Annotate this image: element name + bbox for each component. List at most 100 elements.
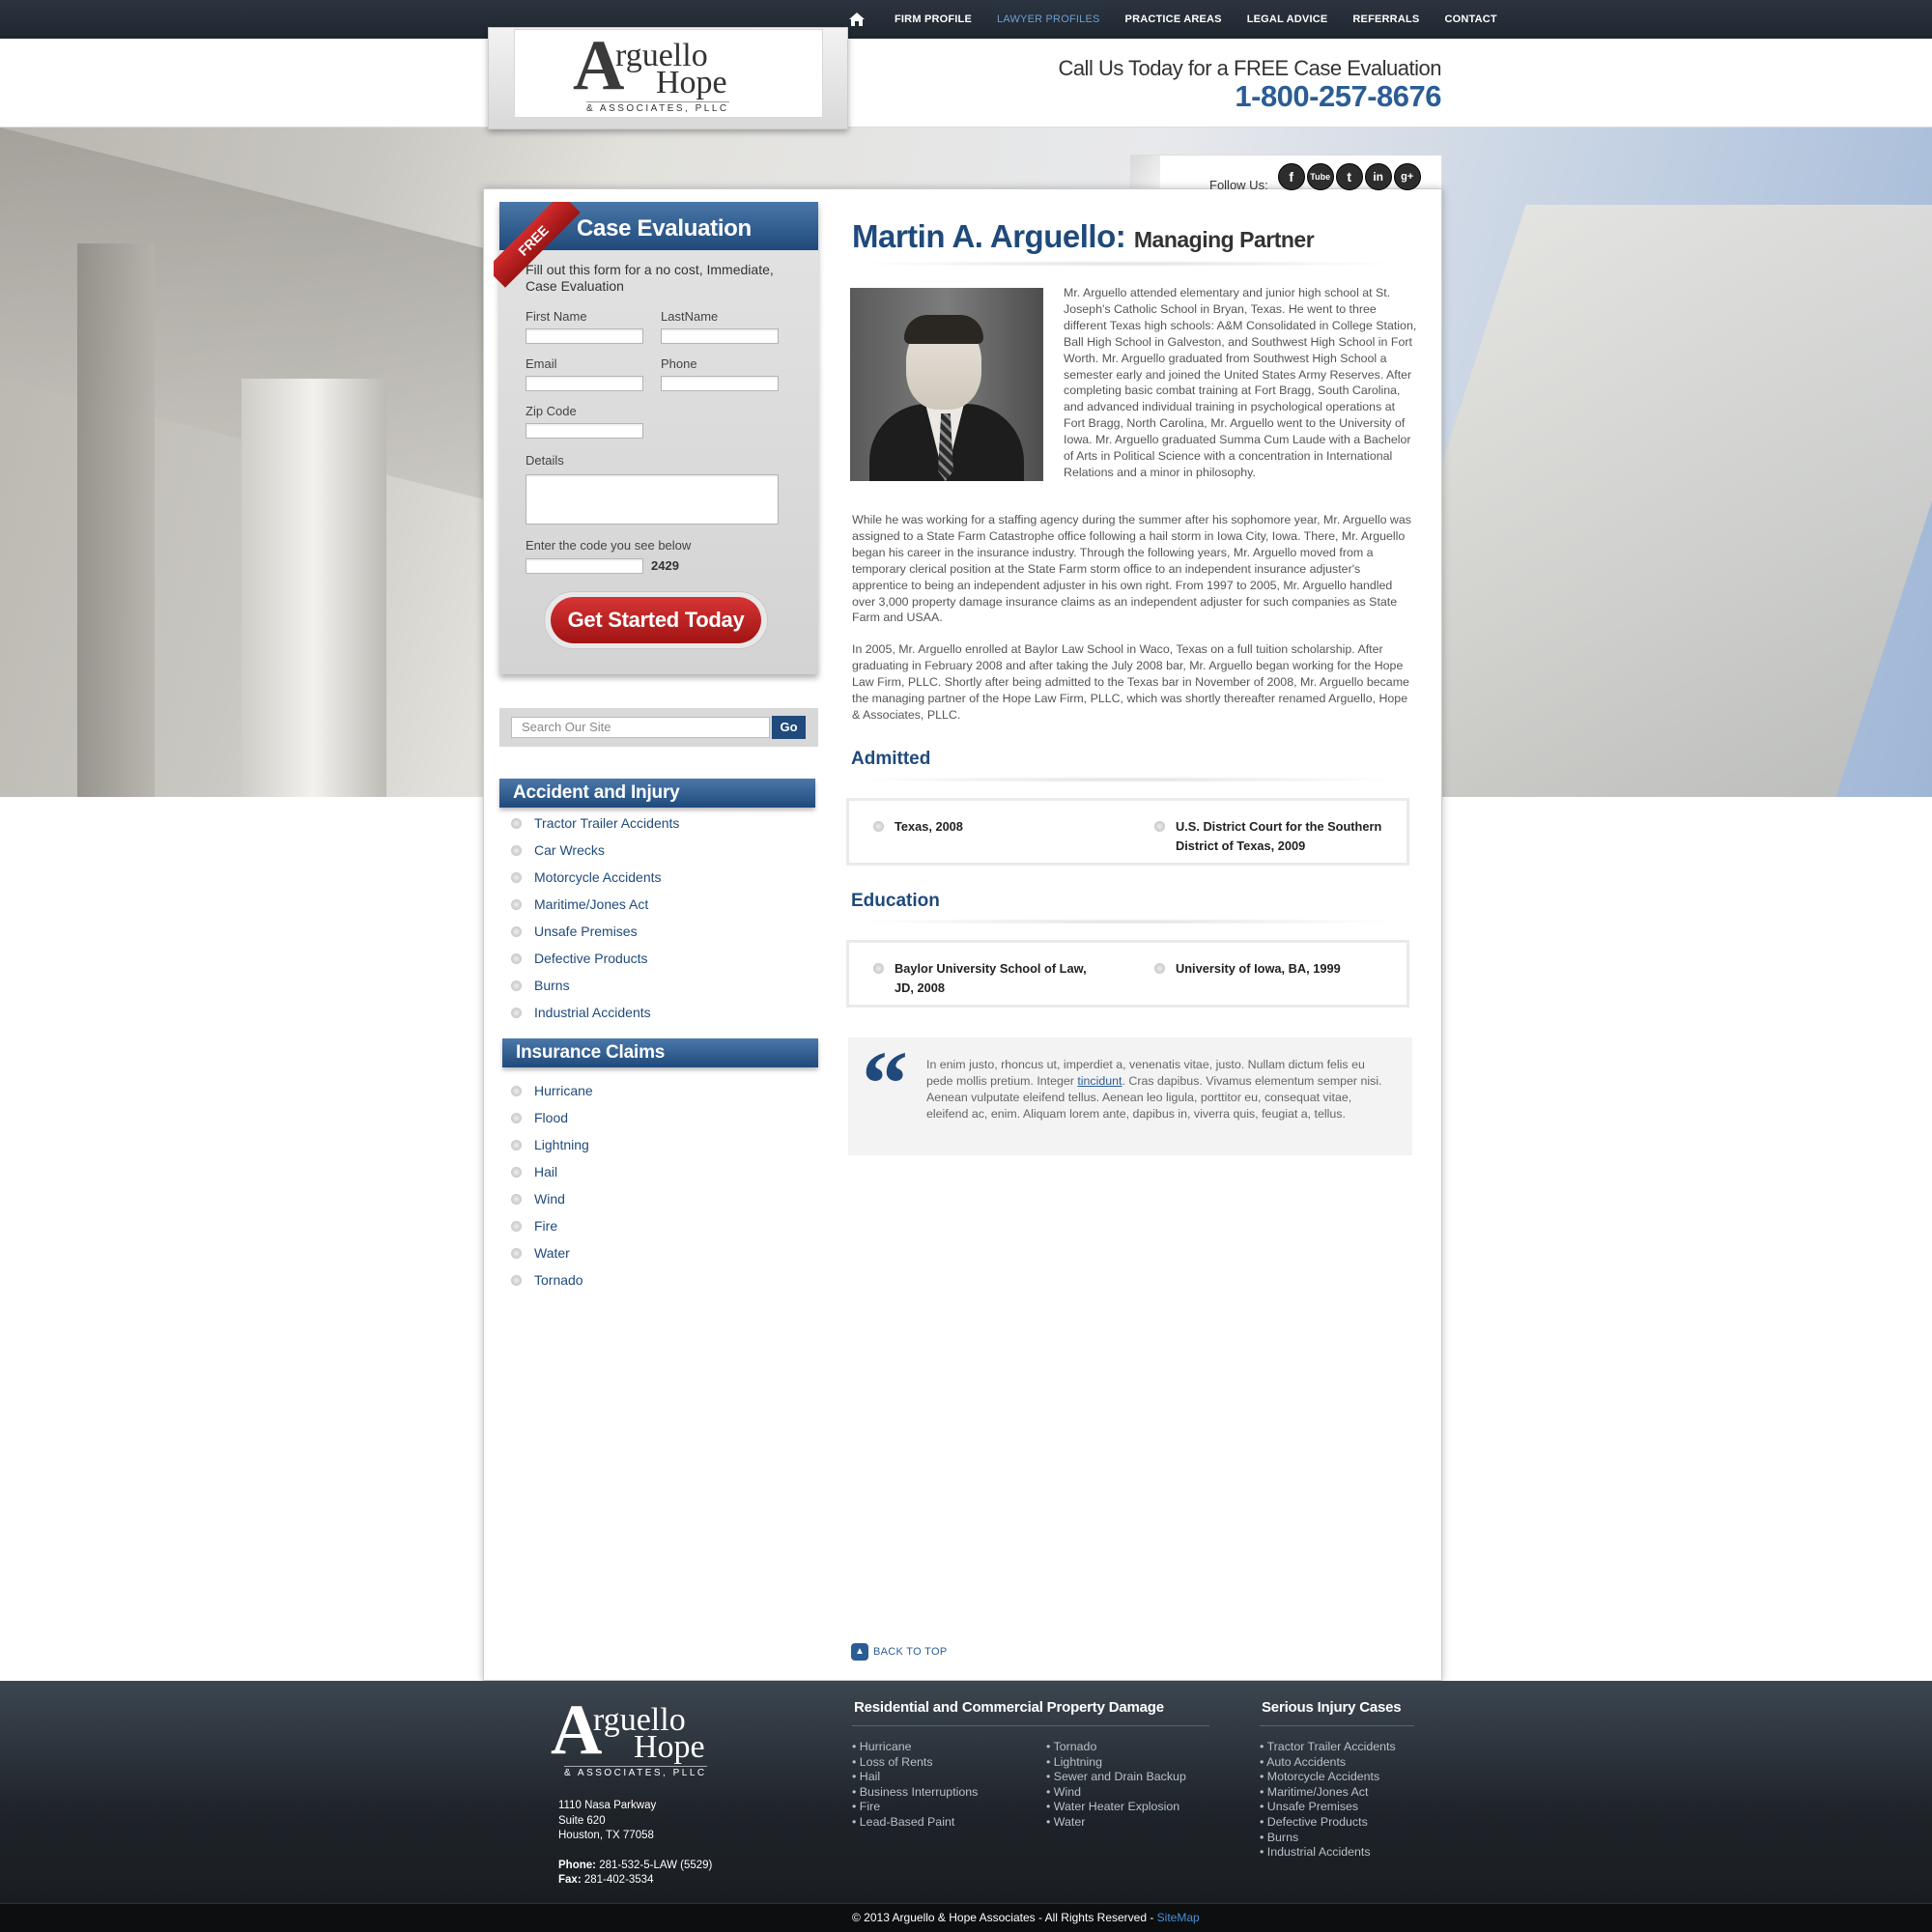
list-item[interactable]: Flood	[499, 1104, 593, 1131]
footer-link-label[interactable]: Lead-Based Paint	[860, 1815, 955, 1829]
phone-number[interactable]: 1-800-257-8676	[1058, 80, 1441, 113]
quote-link[interactable]: tincidunt	[1077, 1074, 1122, 1088]
back-to-top[interactable]: ▲ BACK TO TOP	[851, 1643, 947, 1661]
footer-link-label[interactable]: Fire	[860, 1800, 880, 1813]
back-to-top-label[interactable]: BACK TO TOP	[873, 1646, 947, 1658]
footer-logo[interactable]: A rguello Hope & ASSOCIATES, PLLC	[551, 1694, 734, 1779]
list-item-label[interactable]: Industrial Accidents	[534, 1005, 651, 1020]
details-textarea[interactable]	[526, 474, 779, 525]
nav-referrals[interactable]: REFERRALS	[1352, 14, 1419, 25]
list-item-label[interactable]: Unsafe Premises	[534, 923, 638, 939]
footer-link-label[interactable]: Tornado	[1054, 1740, 1097, 1753]
footer-link-label[interactable]: Defective Products	[1267, 1815, 1368, 1829]
sitemap-link[interactable]: SiteMap	[1157, 1911, 1200, 1924]
list-item-label[interactable]: Tornado	[534, 1272, 583, 1288]
nav-firm-profile[interactable]: FIRM PROFILE	[895, 14, 972, 25]
list-item[interactable]: Tornado	[499, 1266, 593, 1293]
footer-link[interactable]: • Loss of Rents	[852, 1755, 978, 1771]
footer-link[interactable]: • Lightning	[1046, 1755, 1186, 1771]
search-go-button[interactable]: Go	[772, 716, 806, 739]
get-started-button[interactable]: Get Started Today	[551, 597, 761, 643]
footer-link-label[interactable]: Industrial Accidents	[1267, 1845, 1371, 1859]
list-item-label[interactable]: Maritime/Jones Act	[534, 896, 648, 912]
footer-link[interactable]: • Hail	[852, 1770, 978, 1785]
footer-link[interactable]: • Motorcycle Accidents	[1260, 1770, 1396, 1785]
footer-link-label[interactable]: Hail	[860, 1770, 880, 1783]
footer-link[interactable]: • Burns	[1260, 1831, 1396, 1846]
list-item-label[interactable]: Defective Products	[534, 951, 648, 966]
footer-link[interactable]: • Industrial Accidents	[1260, 1845, 1396, 1861]
footer-phone-value[interactable]: 281-532-5-LAW (5529)	[599, 1860, 712, 1871]
list-item[interactable]: Lightning	[499, 1131, 593, 1158]
linkedin-icon[interactable]: in	[1364, 162, 1392, 190]
list-item[interactable]: Tractor Trailer Accidents	[499, 810, 679, 837]
footer-link-label[interactable]: Water Heater Explosion	[1054, 1800, 1179, 1813]
search-input[interactable]: Search Our Site	[511, 717, 770, 738]
footer-link[interactable]: • Water	[1046, 1815, 1186, 1831]
nav-contact[interactable]: CONTACT	[1444, 14, 1496, 25]
nav-legal-advice[interactable]: LEGAL ADVICE	[1247, 14, 1328, 25]
footer-link-label[interactable]: Auto Accidents	[1266, 1755, 1346, 1769]
twitter-icon[interactable]: t	[1335, 162, 1363, 190]
footer-link-label[interactable]: Business Interruptions	[860, 1785, 979, 1799]
list-item[interactable]: Fire	[499, 1212, 593, 1239]
nav-lawyer-profiles[interactable]: LAWYER PROFILES	[997, 14, 1100, 25]
footer-link[interactable]: • Wind	[1046, 1785, 1186, 1801]
footer-link[interactable]: • Sewer and Drain Backup	[1046, 1770, 1186, 1785]
footer-link-label[interactable]: Tractor Trailer Accidents	[1267, 1740, 1396, 1753]
footer-link-label[interactable]: Sewer and Drain Backup	[1054, 1770, 1186, 1783]
footer-link[interactable]: • Auto Accidents	[1260, 1755, 1396, 1771]
footer-link-label[interactable]: Water	[1054, 1815, 1086, 1829]
footer-link-label[interactable]: Lightning	[1054, 1755, 1102, 1769]
list-item[interactable]: Industrial Accidents	[499, 999, 679, 1026]
list-item-label[interactable]: Tractor Trailer Accidents	[534, 815, 679, 831]
footer-link[interactable]: • Business Interruptions	[852, 1785, 978, 1801]
footer-link-label[interactable]: Hurricane	[860, 1740, 912, 1753]
facebook-icon[interactable]: f	[1277, 162, 1305, 190]
list-item-label[interactable]: Flood	[534, 1110, 568, 1125]
last-name-input[interactable]	[661, 328, 779, 344]
list-item[interactable]: Defective Products	[499, 945, 679, 972]
site-logo[interactable]: A rguello Hope & ASSOCIATES, PLLC	[573, 30, 766, 115]
list-item-label[interactable]: Water	[534, 1245, 570, 1261]
footer-link[interactable]: • Lead-Based Paint	[852, 1815, 978, 1831]
footer-link[interactable]: • Water Heater Explosion	[1046, 1800, 1186, 1815]
list-item-label[interactable]: Fire	[534, 1218, 557, 1234]
youtube-icon[interactable]: Tube	[1306, 162, 1334, 190]
zip-input[interactable]	[526, 423, 643, 439]
list-item[interactable]: Water	[499, 1239, 593, 1266]
footer-link[interactable]: • Tornado	[1046, 1740, 1186, 1755]
footer-link[interactable]: • Defective Products	[1260, 1815, 1396, 1831]
footer-link[interactable]: • Unsafe Premises	[1260, 1800, 1396, 1815]
phone-input[interactable]	[661, 376, 779, 391]
list-item-label[interactable]: Motorcycle Accidents	[534, 869, 662, 885]
logo-box[interactable]: A rguello Hope & ASSOCIATES, PLLC	[514, 29, 823, 118]
list-item[interactable]: Unsafe Premises	[499, 918, 679, 945]
list-item[interactable]: Car Wrecks	[499, 837, 679, 864]
list-item[interactable]: Hurricane	[499, 1077, 593, 1104]
first-name-input[interactable]	[526, 328, 643, 344]
list-item-label[interactable]: Wind	[534, 1191, 565, 1207]
home-icon[interactable]	[848, 12, 869, 27]
list-item-label[interactable]: Burns	[534, 978, 570, 993]
list-item[interactable]: Burns	[499, 972, 679, 999]
footer-link[interactable]: • Fire	[852, 1800, 978, 1815]
list-item[interactable]: Hail	[499, 1158, 593, 1185]
list-item-label[interactable]: Hurricane	[534, 1083, 593, 1098]
footer-link-label[interactable]: Maritime/Jones Act	[1267, 1785, 1369, 1799]
footer-link[interactable]: • Hurricane	[852, 1740, 978, 1755]
list-item[interactable]: Maritime/Jones Act	[499, 891, 679, 918]
email-input[interactable]	[526, 376, 643, 391]
footer-link[interactable]: • Maritime/Jones Act	[1260, 1785, 1396, 1801]
google-plus-icon[interactable]: g+	[1393, 162, 1421, 190]
list-item-label[interactable]: Lightning	[534, 1137, 589, 1152]
footer-link-label[interactable]: Loss of Rents	[860, 1755, 933, 1769]
footer-link[interactable]: • Tractor Trailer Accidents	[1260, 1740, 1396, 1755]
captcha-input[interactable]	[526, 558, 643, 574]
footer-link-label[interactable]: Unsafe Premises	[1267, 1800, 1358, 1813]
nav-practice-areas[interactable]: PRACTICE AREAS	[1125, 14, 1222, 25]
footer-link-label[interactable]: Wind	[1054, 1785, 1081, 1799]
list-item[interactable]: Motorcycle Accidents	[499, 864, 679, 891]
footer-link-label[interactable]: Motorcycle Accidents	[1267, 1770, 1379, 1783]
footer-link-label[interactable]: Burns	[1267, 1831, 1298, 1844]
